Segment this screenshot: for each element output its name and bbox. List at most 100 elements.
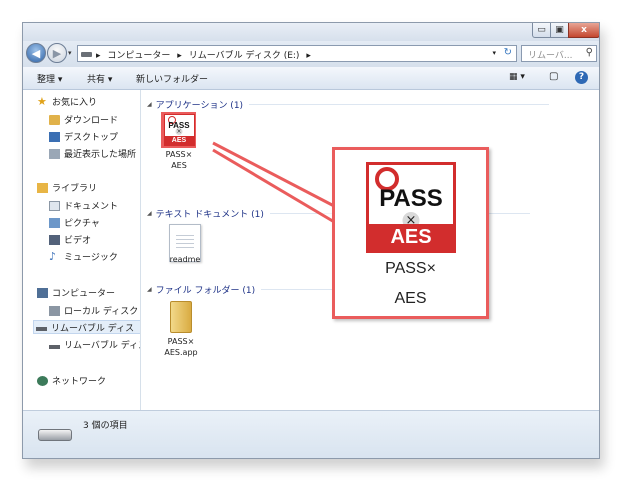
collapse-triangle-icon[interactable]: ◢ (147, 101, 152, 108)
folder-name: PASS× (167, 337, 195, 346)
sidebar-label: ローカル ディスク ( (64, 307, 141, 317)
breadcrumb-removable-disk[interactable]: リムーバブル ディスク (E:) (189, 51, 300, 61)
libraries-icon (37, 182, 48, 193)
address-dropdown-icon[interactable]: ▾ (492, 49, 496, 57)
removable-disk-icon (36, 327, 47, 331)
callout-label-line2: AES (394, 290, 427, 307)
forward-button[interactable]: ▶ (47, 43, 67, 63)
help-button[interactable]: ? (575, 71, 588, 84)
organize-button[interactable]: 整理 ▾ (37, 72, 62, 85)
sidebar-label: コンピューター (52, 289, 116, 299)
collapse-triangle-icon[interactable]: ◢ (147, 286, 152, 293)
collapse-triangle-icon[interactable]: ◢ (147, 210, 152, 217)
sidebar-item-local-disk[interactable]: ローカル ディスク ( (49, 304, 141, 317)
back-button[interactable]: ◀ (26, 43, 46, 63)
file-name: PASS× (165, 150, 193, 159)
sidebar-item-removable-disk-2[interactable]: リムーバブル ディス (49, 338, 141, 351)
group-divider (249, 104, 550, 105)
removable-disk-icon (49, 344, 60, 349)
file-name: readme (169, 255, 201, 264)
minimize-button[interactable]: ▭ (532, 23, 551, 38)
local-disk-icon (49, 305, 60, 316)
group-title: アプリケーション (1) (155, 101, 244, 111)
breadcrumb-separator[interactable]: ▸ (96, 51, 101, 61)
sidebar-label: ピクチャ (64, 219, 100, 229)
file-item-pass-aes-exe[interactable]: PASS × AES PASS× AES (160, 112, 198, 171)
refresh-icon[interactable]: ↻ (504, 47, 512, 58)
search-icon[interactable]: ⚲ (586, 47, 593, 58)
sidebar-item-pictures[interactable]: ピクチャ (49, 216, 100, 229)
downloads-icon (49, 114, 60, 125)
recent-places-icon (49, 148, 60, 159)
group-title: テキスト ドキュメント (1) (155, 210, 264, 220)
documents-icon (49, 200, 60, 211)
sidebar-label: ネットワーク (52, 377, 107, 387)
text-lines (176, 235, 194, 251)
address-row: ◀ ▶ ▾ ▸ コンピューター ▸ リムーバブル ディスク (E:) ▸ ▾ ↻… (23, 41, 599, 67)
sidebar-label: リムーバブル ディス (64, 341, 141, 351)
sidebar-item-videos[interactable]: ビデオ (49, 233, 91, 246)
music-icon: ♪ (49, 249, 57, 263)
breadcrumb-separator[interactable]: ▸ (177, 51, 182, 61)
search-placeholder: リムーバ... (528, 51, 573, 61)
sidebar-label: お気に入り (52, 98, 98, 108)
sidebar-label: ダウンロード (64, 116, 119, 126)
preview-pane-button[interactable]: ▢ (549, 71, 558, 82)
cross-icon: × (175, 128, 183, 135)
maximize-icon: ▣ (555, 25, 564, 35)
removable-drive-icon (38, 429, 72, 441)
title-bar: ▭ ▣ x (23, 23, 599, 41)
maximize-button[interactable]: ▣ (550, 23, 569, 38)
breadcrumb-computer[interactable]: コンピューター (107, 51, 170, 61)
sidebar-item-documents[interactable]: ドキュメント (49, 199, 118, 212)
close-icon: x (581, 25, 587, 35)
group-header-applications[interactable]: ◢ アプリケーション (1) (147, 98, 550, 111)
share-button[interactable]: 共有 ▾ (87, 72, 112, 85)
sidebar-label: ドキュメント (64, 202, 119, 212)
folder-item-pass-aes-app[interactable]: PASS× AES.app (160, 301, 202, 358)
pass-aes-app-icon-large: PASS × AES (366, 162, 456, 253)
group-title: ファイル フォルダー (1) (155, 286, 256, 296)
sidebar-favorites-header[interactable]: ★ お気に入り (37, 94, 98, 109)
breadcrumb-separator[interactable]: ▸ (306, 51, 311, 61)
sidebar-label: ライブラリ (52, 184, 98, 194)
aes-band: AES (369, 224, 453, 250)
pass-aes-app-icon: PASS × AES (163, 114, 195, 146)
aes-band: AES (164, 136, 194, 145)
drive-icon (81, 52, 92, 57)
sidebar-item-recent-places[interactable]: 最近表示した場所 (49, 147, 136, 160)
sidebar-item-music[interactable]: ♪ ミュージック (49, 249, 118, 264)
navigation-pane: ★ お気に入り ダウンロード デスクトップ 最近表示した場所 ライブラリ ドキュ… (23, 90, 141, 410)
star-icon: ★ (37, 94, 47, 108)
forward-arrow-icon: ▶ (52, 46, 62, 60)
sidebar-item-removable-disk-selected[interactable]: リムーバブル ディス (33, 320, 140, 334)
breadcrumb: ▸ コンピューター ▸ リムーバブル ディスク (E:) ▸ (96, 48, 315, 61)
callout-label-line1: PASS× (385, 260, 436, 277)
sidebar-libraries-header[interactable]: ライブラリ (37, 181, 97, 194)
file-item-readme[interactable]: readme (166, 224, 204, 265)
search-input[interactable]: リムーバ... ⚲ (521, 45, 597, 62)
sidebar-network-header[interactable]: ネットワーク (37, 374, 106, 387)
pass-wordmark: PASS (379, 185, 443, 212)
details-pane: 3 個の項目 (23, 410, 599, 458)
desktop-icon (49, 131, 60, 142)
new-folder-button[interactable]: 新しいフォルダー (136, 72, 208, 85)
sidebar-computer-header[interactable]: コンピューター (37, 286, 115, 299)
close-button[interactable]: x (568, 23, 599, 38)
sidebar-item-desktop[interactable]: デスクトップ (49, 130, 118, 143)
view-options-button[interactable]: ▦ ▾ (509, 72, 525, 82)
sidebar-label: ビデオ (64, 236, 92, 246)
command-bar: 整理 ▾ 共有 ▾ 新しいフォルダー ▦ ▾ ▢ ? (23, 67, 599, 90)
sidebar-label: リムーバブル ディス (51, 323, 135, 334)
pictures-icon (49, 217, 60, 228)
computer-icon (37, 287, 48, 298)
sidebar-label: デスクトップ (64, 133, 119, 143)
sidebar-label: ミュージック (64, 253, 118, 263)
back-arrow-icon: ◀ (31, 46, 41, 60)
folder-icon (170, 301, 192, 333)
recent-pages-dropdown[interactable]: ▾ (68, 49, 72, 57)
address-bar[interactable]: ▸ コンピューター ▸ リムーバブル ディスク (E:) ▸ ▾ ↻ (77, 45, 517, 62)
sidebar-label: 最近表示した場所 (64, 150, 137, 160)
sidebar-item-downloads[interactable]: ダウンロード (49, 113, 118, 126)
network-icon (37, 375, 48, 386)
